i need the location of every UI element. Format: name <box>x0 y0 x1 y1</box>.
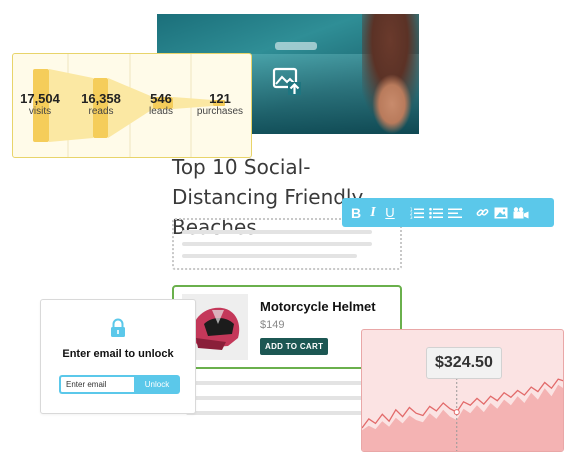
text-line <box>186 396 376 400</box>
funnel-label: purchases <box>196 106 244 117</box>
product-price: $149 <box>260 319 285 331</box>
text-line <box>182 254 357 258</box>
funnel-label: reads <box>88 106 114 117</box>
funnel-value: 16,358 <box>81 91 121 106</box>
price-chart-widget: $324.50 <box>361 329 564 452</box>
funnel-label: leads <box>149 106 173 117</box>
bullet-list-icon[interactable] <box>429 203 443 223</box>
add-to-cart-button[interactable]: ADD TO CART <box>260 338 329 355</box>
underline-icon[interactable]: U <box>384 203 396 223</box>
svg-text:3: 3 <box>410 215 413 219</box>
funnel-label: visits <box>28 106 52 117</box>
hero-boat <box>275 42 317 50</box>
text-line <box>182 242 372 246</box>
text-line <box>186 411 376 415</box>
unlock-button[interactable]: Unlock <box>134 375 180 394</box>
funnel-stage-reads: 16,358 reads <box>75 92 127 118</box>
funnel-stage-leads: 546 leads <box>141 92 181 118</box>
bold-icon[interactable]: B <box>350 203 362 223</box>
funnel-value: 121 <box>209 91 231 106</box>
highlight-point <box>453 409 460 416</box>
product-name[interactable]: Motorcycle Helmet <box>260 299 376 314</box>
price-tooltip: $324.50 <box>426 347 502 379</box>
email-gate-title: Enter email to unlock <box>62 348 174 360</box>
text-line <box>186 381 376 385</box>
video-icon[interactable] <box>513 203 529 223</box>
image-icon[interactable] <box>494 203 508 223</box>
funnel-value: 546 <box>150 91 172 106</box>
formatting-toolbar: B I U 123 <box>342 198 554 227</box>
italic-icon[interactable]: I <box>367 203 379 223</box>
price-area <box>362 384 563 451</box>
image-upload-icon[interactable] <box>271 64 303 96</box>
link-icon[interactable] <box>476 203 489 223</box>
hero-person-body <box>372 74 412 134</box>
ordered-list-icon[interactable]: 123 <box>410 203 424 223</box>
funnel-value: 17,504 <box>20 91 60 106</box>
email-gate-card: Enter email to unlock Unlock <box>40 299 196 414</box>
email-input[interactable] <box>59 375 134 394</box>
funnel-stage-visits: 17,504 visits <box>15 92 65 118</box>
funnel-widget: 17,504 visits 16,358 reads 546 leads 121… <box>12 53 252 158</box>
align-icon[interactable] <box>448 203 462 223</box>
lock-icon <box>111 318 125 337</box>
text-line <box>182 230 372 234</box>
funnel-stage-purchases: 121 purchases <box>193 92 247 118</box>
